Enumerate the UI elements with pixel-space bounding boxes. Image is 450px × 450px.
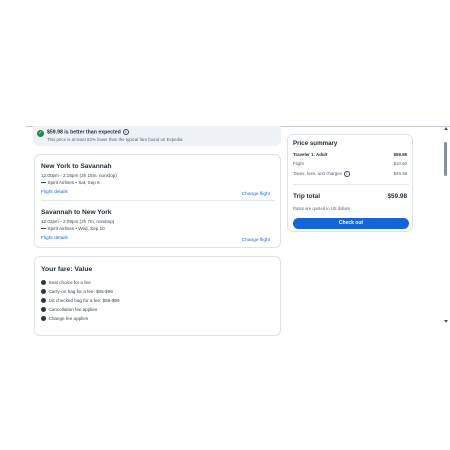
- fare-item-text: Carry-on bag for a fee: $65-$99: [48, 289, 113, 294]
- fare-item-text: Change fee applies: [48, 316, 89, 321]
- fare-title: Your fare: Value: [41, 266, 93, 273]
- info-icon[interactable]: i: [122, 129, 129, 135]
- flights-card: New York to Savannah 12:00pm - 2:15pm (2…: [34, 154, 281, 248]
- price-insight-title-text: $59.98 is better than expected: [47, 129, 121, 136]
- flight-label: Flight: [293, 161, 304, 166]
- fare-item: Seat choice for a fee: [41, 279, 91, 286]
- flight-airline-outbound: Spirit Airlines • Sat, Sep 6: [41, 180, 100, 185]
- scrollbar[interactable]: [443, 126, 449, 326]
- fee-icon: [41, 315, 46, 321]
- flight-route-outbound: New York to Savannah: [41, 163, 112, 170]
- fare-item: Carry-on bag for a fee: $65-$99: [41, 288, 113, 295]
- change-flight-link-outbound[interactable]: Change flight: [242, 192, 270, 197]
- flight-time-return: 12:02pm - 2:09pm (2h 7m, nonstop): [41, 219, 115, 224]
- trip-total-label: Trip total: [293, 193, 320, 200]
- traveler-label: Traveler 1: Adult: [293, 152, 328, 157]
- flights-divider: [41, 200, 275, 201]
- check-out-button[interactable]: Check out: [293, 218, 409, 229]
- fee-icon: [41, 279, 46, 285]
- price-divider: [293, 184, 409, 185]
- scroll-down-arrow-icon[interactable]: [444, 320, 448, 323]
- flight-airline-return-text: Spirit Airlines • Wed, Sep 10: [47, 226, 105, 231]
- flight-value: $10.60: [393, 161, 407, 166]
- spirit-airlines-logo-icon: [41, 228, 46, 230]
- scrollbar-thumb[interactable]: [444, 142, 447, 176]
- fare-item: Change fee applies: [41, 315, 89, 322]
- fare-item-text: Seat choice for a fee: [48, 280, 91, 285]
- taxes-label: Taxes, fees, and charges i: [293, 171, 350, 177]
- price-insight-title: $59.98 is better than expected i: [47, 129, 129, 135]
- change-flight-link-return[interactable]: Change flight: [242, 238, 270, 243]
- traveler-value: $59.98: [393, 152, 407, 157]
- taxes-label-text: Taxes, fees, and charges: [293, 171, 342, 177]
- price-summary-card: Price summary Traveler 1: Adult $59.98 F…: [287, 134, 413, 232]
- flight-time-outbound: 12:00pm - 2:15pm (2h 15m, nonstop): [41, 173, 117, 178]
- spirit-airlines-logo-icon: [41, 182, 46, 184]
- price-insight-subtitle: This price is at least 82% lower than th…: [47, 137, 183, 142]
- fare-item-text: Cancellation fee applies: [48, 307, 98, 312]
- flight-details-link-outbound[interactable]: Flight details: [41, 190, 68, 195]
- flight-airline-outbound-text: Spirit Airlines • Sat, Sep 6: [47, 180, 100, 185]
- price-summary-title: Price summary: [293, 140, 338, 147]
- price-insight-banner: ✓ $59.98 is better than expected i This p…: [33, 126, 281, 146]
- flight-details-link-return[interactable]: Flight details: [41, 236, 68, 241]
- fee-icon: [41, 288, 46, 294]
- fare-item: Cancellation fee applies: [41, 306, 98, 313]
- fare-card: Your fare: Value Seat choice for a fee C…: [34, 256, 281, 336]
- info-icon[interactable]: i: [343, 171, 350, 177]
- fare-item-text: 1st checked bag for a fee: $55-$99: [48, 298, 120, 303]
- flight-route-return: Savannah to New York: [41, 209, 112, 216]
- check-icon: ✓: [37, 130, 44, 137]
- trip-total-value: $59.98: [387, 193, 407, 200]
- taxes-value: $49.38: [393, 171, 407, 176]
- rates-note: Rates are quoted in US dollars: [293, 206, 351, 211]
- fee-icon: [41, 306, 46, 312]
- flight-airline-return: Spirit Airlines • Wed, Sep 10: [41, 226, 105, 231]
- scroll-up-arrow-icon[interactable]: [444, 127, 448, 130]
- fee-icon: [41, 297, 46, 303]
- fare-item: 1st checked bag for a fee: $55-$99: [41, 297, 120, 304]
